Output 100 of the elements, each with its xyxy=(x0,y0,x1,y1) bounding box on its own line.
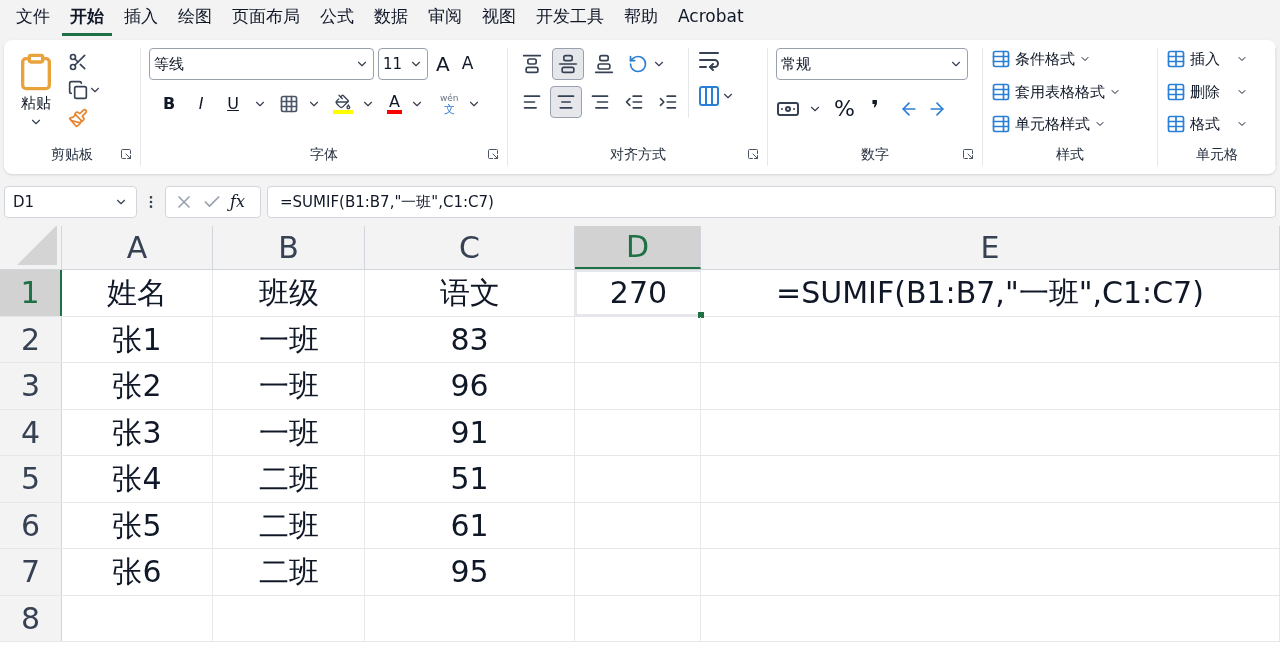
table-cell-text: 二班 xyxy=(258,460,319,499)
align-icon xyxy=(556,92,576,112)
italic-button[interactable]: I xyxy=(189,92,213,116)
table-icon xyxy=(991,49,1011,70)
table-cell-text: 张5 xyxy=(112,506,162,545)
menu-tab[interactable]: 文件 xyxy=(8,3,58,36)
table-cell-text: 96 xyxy=(450,367,489,406)
bold-button[interactable]: B xyxy=(157,92,181,116)
copy-icon[interactable] xyxy=(68,80,88,100)
table-cell-text: 270 xyxy=(609,274,668,313)
menu-tab[interactable]: 页面布局 xyxy=(224,3,308,36)
menu-tab[interactable]: 视图 xyxy=(474,3,524,36)
grow-font-button[interactable]: A xyxy=(432,49,454,79)
table-cell-text: 一班 xyxy=(258,413,319,452)
table-cell-text: 张1 xyxy=(112,320,162,359)
cells-menu-button[interactable]: 格式 xyxy=(1166,113,1267,136)
menu-tab[interactable]: 插入 xyxy=(116,3,166,36)
font-size-select[interactable]: 11 xyxy=(378,48,428,80)
format-painter-icon[interactable] xyxy=(68,108,88,128)
menu-tab[interactable]: 数据 xyxy=(366,3,416,36)
border-icon[interactable] xyxy=(279,94,299,114)
table-cell-text: 83 xyxy=(450,320,489,359)
row-header[interactable]: 7 xyxy=(0,549,62,595)
table-cell-text: 91 xyxy=(450,413,489,452)
table-icon xyxy=(1166,49,1186,70)
group-label: 剪贴板 xyxy=(51,144,93,164)
cells-menu-button[interactable]: 删除 xyxy=(1166,80,1267,103)
table-cell-text: =SUMIF(B1:B7,"一班",C1:C7) xyxy=(776,274,1204,313)
column-header[interactable]: A xyxy=(62,226,213,269)
group-label: 字体 xyxy=(310,144,338,164)
menu-tab[interactable]: 审阅 xyxy=(420,3,470,36)
fill-color-icon[interactable] xyxy=(333,94,353,114)
comma-button[interactable]: ❜ xyxy=(866,92,883,125)
align-icon xyxy=(624,92,644,112)
row-header[interactable]: 8 xyxy=(0,595,62,641)
group-label: 对齐方式 xyxy=(609,144,666,164)
table-cell-text: 张2 xyxy=(112,367,162,406)
name-box[interactable]: D1 xyxy=(4,186,137,218)
row-header[interactable]: 1 xyxy=(0,270,62,316)
dialog-launcher-icon[interactable] xyxy=(120,148,132,160)
styles-menu-button[interactable]: 条件格式 xyxy=(991,48,1149,71)
menu-tab[interactable]: 帮助 xyxy=(616,3,666,36)
cut-icon[interactable] xyxy=(68,52,88,72)
group-label: 数字 xyxy=(861,144,889,164)
merge-center-icon[interactable] xyxy=(697,84,721,108)
align-icon xyxy=(522,92,542,112)
table-cell-text: 61 xyxy=(450,506,489,545)
row-header[interactable]: 2 xyxy=(0,316,62,362)
table-icon xyxy=(1166,81,1186,102)
percent-button[interactable]: % xyxy=(830,92,859,125)
styles-menu-button[interactable]: 套用表格格式 xyxy=(991,80,1149,103)
table-icon xyxy=(991,114,1011,135)
underline-button[interactable]: U xyxy=(221,92,245,116)
table-icon xyxy=(1166,114,1186,135)
group-label: 样式 xyxy=(1056,144,1084,164)
align-icon xyxy=(590,92,610,112)
dialog-launcher-icon[interactable] xyxy=(747,148,759,160)
align-icon xyxy=(558,54,578,74)
align-button[interactable] xyxy=(550,86,582,118)
dialog-launcher-icon[interactable] xyxy=(487,148,499,160)
align-button[interactable] xyxy=(552,48,584,80)
row-header[interactable]: 5 xyxy=(0,456,62,502)
table-cell-text: 姓名 xyxy=(107,274,167,313)
number-format-select[interactable]: 常规 xyxy=(776,48,968,80)
row-header[interactable]: 4 xyxy=(0,409,62,455)
styles-menu-button[interactable]: 单元格样式 xyxy=(991,113,1149,136)
align-icon xyxy=(658,92,678,112)
paste-button[interactable]: 粘贴 xyxy=(12,52,60,129)
phonetic-button[interactable]: wén 文 xyxy=(439,92,459,116)
shrink-font-button[interactable]: A xyxy=(457,51,478,77)
row-header[interactable]: 6 xyxy=(0,502,62,548)
column-header[interactable]: D xyxy=(575,226,701,269)
table-cell-text: 51 xyxy=(450,460,489,499)
table-icon xyxy=(991,81,1011,102)
table-cell-text: 语文 xyxy=(439,274,500,313)
formula-field[interactable]: =SUMIF(B1:B7,"一班",C1:C7) xyxy=(267,186,1276,218)
row-header[interactable]: 3 xyxy=(0,363,62,409)
menu-tab[interactable]: Acrobat xyxy=(670,3,752,36)
column-header[interactable]: E xyxy=(701,226,1280,269)
font-color-button[interactable]: A xyxy=(387,94,402,114)
column-header[interactable]: B xyxy=(213,226,365,269)
menu-tab[interactable]: 开始 xyxy=(62,3,112,36)
orientation-icon[interactable] xyxy=(628,54,648,74)
cells-menu-button[interactable]: 插入 xyxy=(1166,48,1267,71)
font-family-select[interactable]: 等线 xyxy=(149,48,374,80)
table-cell-text: 张3 xyxy=(112,413,162,452)
align-icon xyxy=(594,54,614,74)
table-cell-text: 二班 xyxy=(258,553,319,592)
table-cell-text: 95 xyxy=(450,553,489,592)
menu-tab[interactable]: 绘图 xyxy=(170,3,220,36)
dialog-launcher-icon[interactable] xyxy=(962,148,974,160)
table-cell-text: 二班 xyxy=(258,506,319,545)
menu-tab[interactable]: 开发工具 xyxy=(528,3,612,36)
table-cell-text: 一班 xyxy=(258,367,319,406)
table-cell-text: 张6 xyxy=(112,553,162,592)
table-cell-text: 张4 xyxy=(112,460,162,499)
table-cell-text: 一班 xyxy=(258,320,319,359)
menu-tab[interactable]: 公式 xyxy=(312,3,362,36)
fill-handle[interactable] xyxy=(698,311,704,318)
align-icon xyxy=(522,54,542,74)
